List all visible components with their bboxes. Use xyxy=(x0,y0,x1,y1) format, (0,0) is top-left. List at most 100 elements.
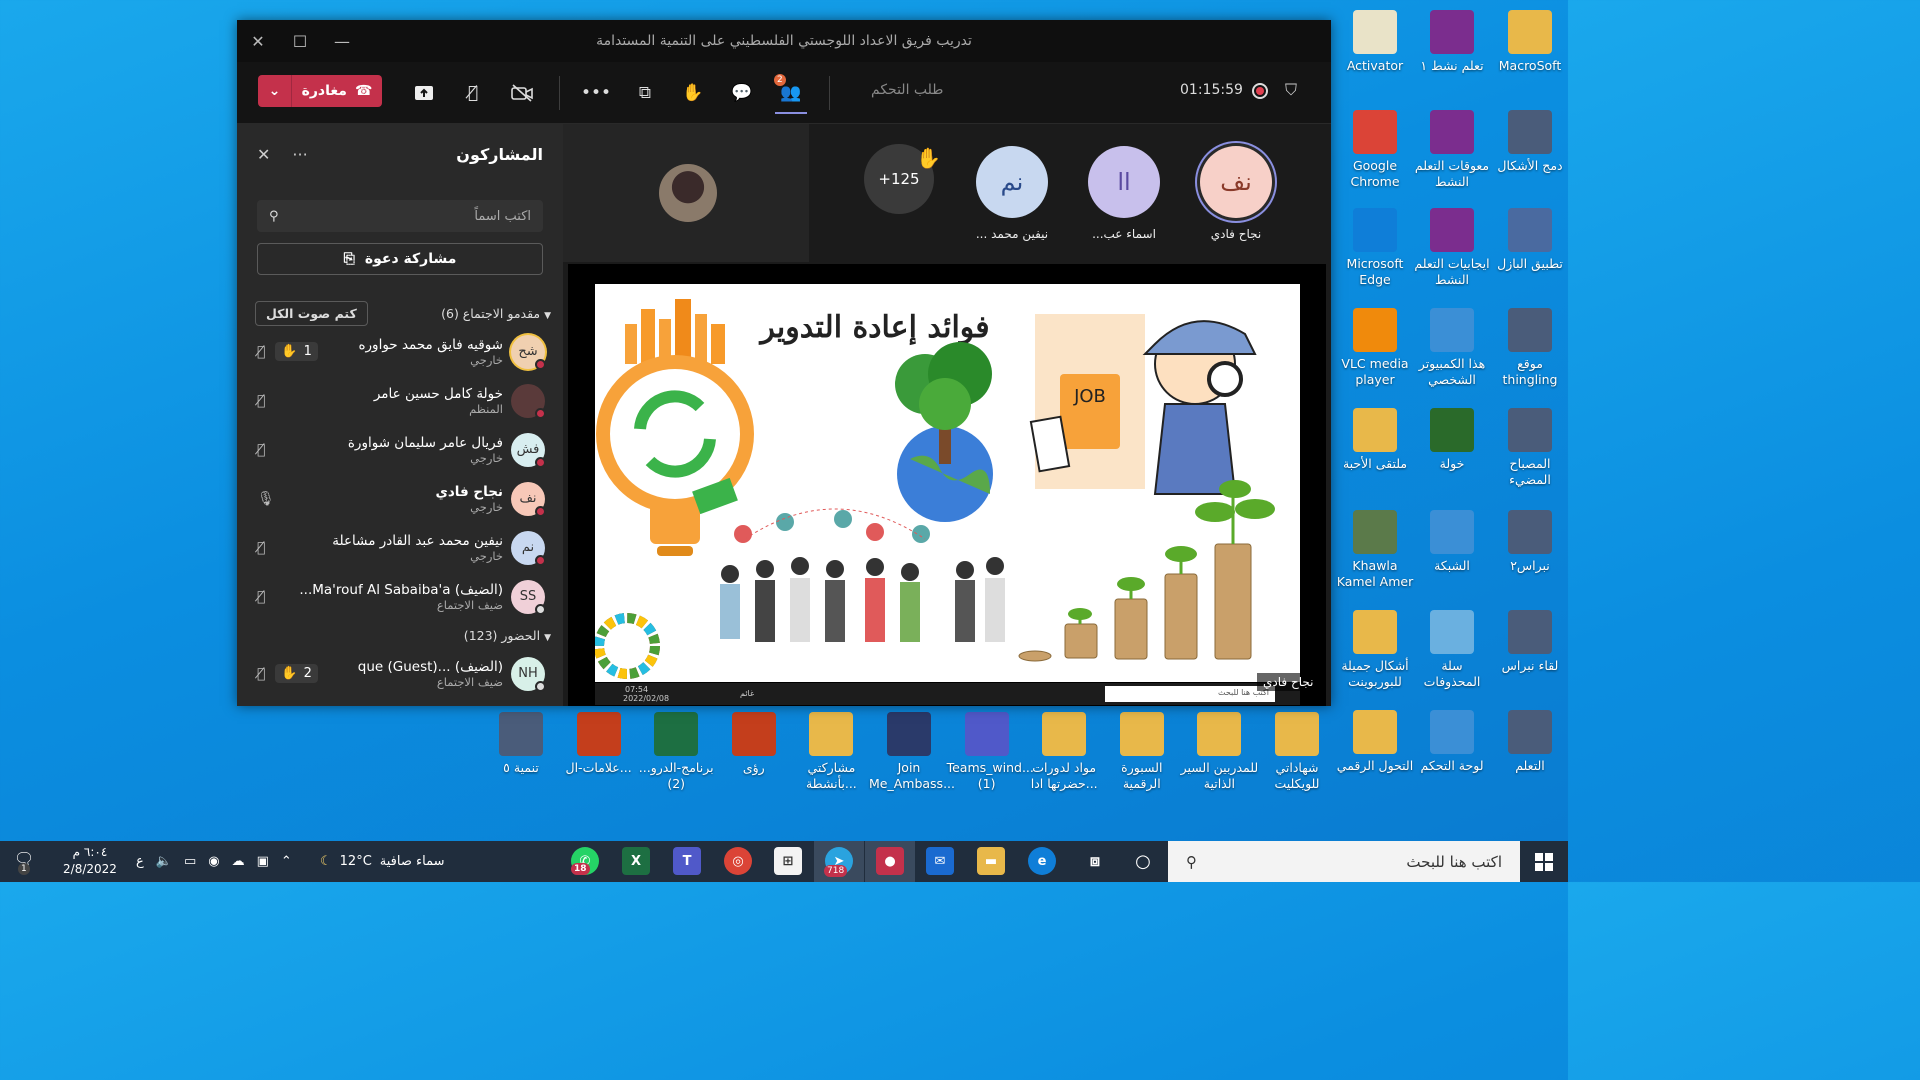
desktop-icon[interactable]: برنامج-الدرو... (2) xyxy=(636,712,716,793)
desktop-icon[interactable]: الشبكة xyxy=(1412,510,1492,574)
participant-video-tile[interactable]: نف xyxy=(1200,146,1272,218)
desktop-icon[interactable]: Join Me_Ambass... xyxy=(869,712,955,793)
clock[interactable]: ٦:٠٤ م 2/8/2022 xyxy=(60,844,120,878)
taskbar-store[interactable]: ⊞ xyxy=(774,847,802,875)
view-button[interactable]: ⧉ xyxy=(630,78,660,108)
desktop-icon[interactable]: سلة المحذوفات xyxy=(1412,610,1492,691)
participant-row[interactable]: NH (الضيف) ...que (Guest) ضيف الاجتماع 2 ✋ 🎙̸ xyxy=(237,649,563,698)
desktop-icon[interactable]: هذا الكمبيوتر الشخصي xyxy=(1412,308,1492,389)
maximize-window-button[interactable]: ☐ xyxy=(279,20,321,62)
chevron-up-icon[interactable]: ⌃ xyxy=(281,854,292,869)
desktop-icon[interactable]: المصباح المضيء xyxy=(1490,408,1570,489)
reactions-button[interactable]: ✋ xyxy=(678,78,708,108)
desktop-icon[interactable]: للمدربين السير الذاتية xyxy=(1179,712,1259,793)
mic-off-icon[interactable]: 🎙̸ xyxy=(257,344,265,360)
mute-all-button[interactable]: كتم صوت الكل xyxy=(255,300,368,326)
weather-widget[interactable]: ☾ 12°C سماء صافية xyxy=(320,841,445,882)
notification-center-button[interactable]: 🗨 1 xyxy=(14,849,34,875)
taskbar-telegram[interactable]: ➤ 718 xyxy=(814,841,864,882)
pinned-video-tile[interactable] xyxy=(563,124,809,262)
taskbar-active-app[interactable]: ● xyxy=(865,841,915,882)
participant-row[interactable]: شح شوقيه فايق محمد حواوره خارجي 1 ✋ 🎙̸ xyxy=(237,327,563,376)
task-view-button[interactable]: ⧈ xyxy=(1081,847,1109,875)
participant-video-tile[interactable]: نم xyxy=(976,146,1048,218)
desktop-icon[interactable]: رؤى xyxy=(714,712,794,776)
search-participants-input[interactable]: اكتب اسماً ⚲ xyxy=(257,200,543,232)
desktop-icon[interactable]: مواد لدورات حضرتها ادا... xyxy=(1024,712,1104,793)
mic-off-icon[interactable]: 🎙̸ xyxy=(257,540,265,556)
chevron-down-icon[interactable]: ⌄ xyxy=(258,75,292,107)
close-panel-icon[interactable]: ✕ xyxy=(257,145,270,164)
participant-row[interactable]: نم نيفين محمد عبد القادر مشاعلة خارجي 🎙̸ xyxy=(237,523,563,572)
desktop-icon[interactable]: تعلم نشط ١ xyxy=(1412,10,1492,74)
share-tray-button[interactable] xyxy=(409,78,439,108)
presenters-section-header[interactable]: ▼ مقدمو الاجتماع (6) كتم صوت الكل xyxy=(237,299,563,327)
more-actions-button[interactable]: ••• xyxy=(581,78,611,108)
lang-indicator[interactable]: ع xyxy=(136,854,144,869)
mic-off-icon[interactable]: 🎙̸ xyxy=(257,442,265,458)
leave-button[interactable]: ⌄ مغادرة ☎ xyxy=(258,75,382,107)
camera-toggle-button[interactable] xyxy=(507,78,537,108)
mic-off-icon[interactable]: 🎙̸ xyxy=(257,393,265,409)
desktop-icon[interactable]: Khawla Kamel Amer xyxy=(1335,510,1415,591)
participant-role: ضيف الاجتماع xyxy=(436,674,503,689)
taskbar-chrome[interactable]: ◎ xyxy=(724,847,752,875)
desktop-icon[interactable]: دمج الأشكال xyxy=(1490,110,1570,174)
chat-button[interactable]: 💬 xyxy=(727,78,757,108)
desktop-icon[interactable]: مشاركتي بأنشطة... xyxy=(791,712,871,793)
desktop-icon[interactable]: MacroSoft xyxy=(1490,10,1570,74)
mic-off-icon[interactable]: 🎙̸ xyxy=(257,666,265,682)
desktop-icon[interactable]: خولة xyxy=(1412,408,1492,472)
battery-icon[interactable]: ▭ xyxy=(184,854,196,869)
desktop-icon[interactable]: التعلم xyxy=(1490,710,1570,774)
desktop-icon[interactable]: VLC media player xyxy=(1335,308,1415,389)
share-invite-button[interactable]: مشاركة دعوة ⎘ xyxy=(257,243,543,275)
taskbar-excel[interactable]: X xyxy=(622,847,650,875)
desktop-icon[interactable]: نبراس٢ xyxy=(1490,510,1570,574)
desktop-icon[interactable]: التحول الرقمي xyxy=(1335,710,1415,774)
onedrive-icon[interactable]: ☁ xyxy=(232,854,245,869)
taskbar-whatsapp[interactable]: ✆ 18 xyxy=(571,847,599,875)
desktop-icon[interactable]: لوحة التحكم xyxy=(1412,710,1492,774)
desktop-icon[interactable]: لقاء نبراس xyxy=(1490,610,1570,674)
participant-row[interactable]: نف نجاح فادي خارجي 🎙 xyxy=(237,474,563,523)
desktop-icon[interactable]: السبورة الرقمية xyxy=(1102,712,1182,793)
mic-off-icon[interactable]: 🎙̸ xyxy=(257,589,265,605)
meet-now-icon[interactable]: ▣ xyxy=(257,854,269,869)
taskbar-mail[interactable]: ✉ xyxy=(926,847,954,875)
desktop-icon[interactable]: Google Chrome xyxy=(1335,110,1415,191)
minimize-window-button[interactable]: — xyxy=(321,20,363,62)
participant-row[interactable]: خولة كامل حسين عامر المنظم 🎙̸ xyxy=(237,376,563,425)
mic-on-icon[interactable]: 🎙 xyxy=(257,491,275,507)
desktop-icon[interactable]: تنمية ٥ xyxy=(481,712,561,776)
start-button[interactable] xyxy=(1520,841,1568,882)
taskbar-teams[interactable]: T xyxy=(673,847,701,875)
more-options-icon[interactable]: ··· xyxy=(292,145,307,164)
taskbar-search-box[interactable]: اكتب هنا للبحث ⚲ xyxy=(1168,841,1520,882)
desktop-icon[interactable]: Activator xyxy=(1335,10,1415,74)
participant-video-tile[interactable]: اا xyxy=(1088,146,1160,218)
desktop-icon[interactable]: تطبيق البازل xyxy=(1490,208,1570,272)
participant-row[interactable]: SS (الضيف) Ma'rouf Al Sabaiba'a... ضيف الا… xyxy=(237,572,563,621)
desktop-icon[interactable]: ملتقى الأحبة xyxy=(1335,408,1415,472)
volume-icon[interactable]: 🔈 xyxy=(156,854,172,869)
desktop-icon[interactable]: أشكال جميلة للبوربوينت xyxy=(1335,610,1415,691)
desktop-icon[interactable]: ايجابيات التعلم النشط xyxy=(1412,208,1492,289)
desktop-icon-label: مواد لدورات حضرتها ادا... xyxy=(1030,760,1098,792)
desktop-icon[interactable]: شهاداتي للويكليت xyxy=(1257,712,1337,793)
desktop-icon[interactable]: Teams_wind... (1) xyxy=(947,712,1034,793)
request-control-button[interactable]: طلب التحكم xyxy=(871,82,943,98)
participant-row[interactable]: فش فريال عامر سليمان شواورة خارجي 🎙̸ xyxy=(237,425,563,474)
taskbar-file-explorer[interactable]: ▬ xyxy=(977,847,1005,875)
record-icon[interactable]: ◉ xyxy=(208,854,219,869)
mic-toggle-button[interactable]: 🎙̸ xyxy=(458,78,488,108)
desktop-icon[interactable]: موقع thingling xyxy=(1490,308,1570,389)
taskbar-edge[interactable]: e xyxy=(1028,847,1056,875)
attendees-section-header[interactable]: ▼ الحضور (123) xyxy=(237,621,563,649)
desktop-icon[interactable]: Microsoft Edge xyxy=(1335,208,1415,289)
cortana-button[interactable]: ○ xyxy=(1129,847,1157,875)
close-window-button[interactable]: ✕ xyxy=(237,20,279,62)
desktop-icon[interactable]: معوقات التعلم النشط xyxy=(1412,110,1492,191)
desktop-icon[interactable]: علامات-ال... xyxy=(559,712,639,776)
participants-button[interactable]: 👥 2 xyxy=(774,74,806,108)
